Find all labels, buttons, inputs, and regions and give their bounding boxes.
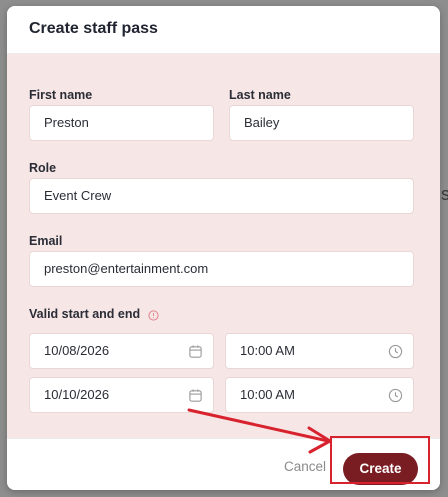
last-name-label: Last name: [229, 88, 291, 102]
valid-start-end-label: Valid start and end: [29, 307, 141, 321]
first-name-input[interactable]: Preston: [29, 105, 214, 141]
end-time-value: 10:00 AM: [240, 387, 295, 402]
clock-icon[interactable]: [388, 344, 403, 359]
end-time-input[interactable]: 10:00 AM: [225, 377, 414, 413]
calendar-icon[interactable]: [188, 388, 203, 403]
start-time-input[interactable]: 10:00 AM: [225, 333, 414, 369]
clock-icon[interactable]: [388, 388, 403, 403]
dialog-body: First name Preston Last name Bailey Role…: [7, 54, 440, 438]
start-time-value: 10:00 AM: [240, 343, 295, 358]
dialog-header: Create staff pass: [7, 6, 440, 54]
info-icon[interactable]: [148, 310, 159, 321]
email-label: Email: [29, 234, 63, 248]
start-date-input[interactable]: 10/08/2026: [29, 333, 214, 369]
email-input[interactable]: preston@entertainment.com: [29, 251, 414, 287]
end-date-value: 10/10/2026: [44, 387, 110, 402]
start-date-value: 10/08/2026: [44, 343, 110, 358]
calendar-icon[interactable]: [188, 344, 203, 359]
end-date-input[interactable]: 10/10/2026: [29, 377, 214, 413]
cancel-button[interactable]: Cancel: [284, 459, 326, 474]
first-name-label: First name: [29, 88, 93, 102]
role-input[interactable]: Event Crew: [29, 178, 414, 214]
role-label: Role: [29, 161, 57, 175]
dialog-title: Create staff pass: [29, 20, 158, 37]
create-staff-pass-dialog: Create staff pass First name Preston Las…: [7, 6, 440, 490]
last-name-input[interactable]: Bailey: [229, 105, 414, 141]
create-button[interactable]: Create: [343, 453, 418, 485]
dialog-footer: Cancel Create: [7, 438, 440, 490]
background-page-text: s: [441, 184, 448, 204]
